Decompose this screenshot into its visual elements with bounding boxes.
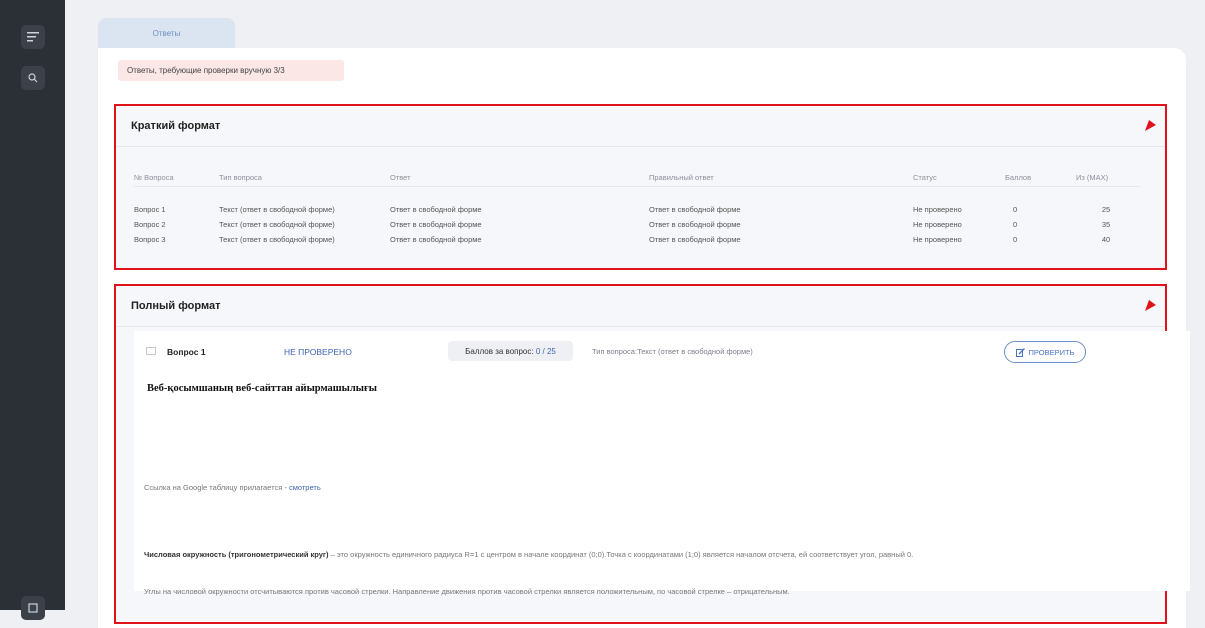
table-row: Вопрос 1 Текст (ответ в свободной форме)…: [134, 202, 1140, 217]
question-header: Вопрос 1 НЕ ПРОВЕРЕНО Баллов за вопрос: …: [134, 331, 1190, 363]
col-header: Ответ: [390, 168, 649, 187]
table-row: Вопрос 2 Текст (ответ в свободной форме)…: [134, 217, 1140, 232]
answer: Ответ в свободной форме: [390, 235, 482, 244]
full-format-title: Полный формат: [131, 300, 221, 312]
score-pill: Баллов за вопрос: 0 / 25: [448, 341, 573, 361]
question-type: Текст (ответ в свободной форме): [219, 220, 335, 229]
full-format-header[interactable]: Полный формат: [116, 286, 1165, 327]
max-score: 25: [1101, 205, 1111, 214]
tab-label: Ответы: [152, 28, 181, 38]
brief-format-section: Краткий формат № Вопроса Тип вопроса Отв…: [114, 104, 1167, 270]
checkbox-icon[interactable]: [146, 347, 156, 355]
score: 0: [1013, 235, 1018, 244]
search-icon[interactable]: [21, 66, 45, 90]
max-score: 35: [1101, 220, 1111, 229]
definition-term: Числовая окружность (тригонометрический …: [144, 550, 329, 559]
question-type: Текст (ответ в свободной форме): [219, 235, 335, 244]
edit-icon: [1015, 347, 1025, 357]
menu-icon[interactable]: [21, 25, 45, 49]
full-format-section: Полный формат Вопрос 1 НЕ ПРОВЕРЕНО Балл…: [114, 284, 1190, 624]
col-header: Из (MAX): [1076, 168, 1140, 187]
table-row: Вопрос 3 Текст (ответ в свободной форме)…: [134, 232, 1140, 247]
bottom-nav-icon[interactable]: [21, 596, 45, 620]
table-header-row: № Вопроса Тип вопроса Ответ Правильный о…: [134, 168, 1140, 187]
brief-format-title: Краткий формат: [131, 120, 221, 132]
score-label: Баллов за вопрос:: [465, 346, 534, 356]
max-score: 40: [1101, 235, 1111, 244]
definition-text: – это окружность единичного радиуса R=1 …: [328, 550, 914, 559]
question-label: Вопрос 1: [167, 347, 206, 357]
col-header: № Вопроса: [134, 168, 219, 187]
answer: Ответ в свободной форме: [390, 205, 482, 214]
answer: Ответ в свободной форме: [390, 220, 482, 229]
col-header: Тип вопроса: [219, 168, 390, 187]
question-type-text: Тип вопроса:Текст (ответ в свободной фор…: [592, 347, 753, 356]
col-header: Баллов: [1005, 168, 1076, 187]
correct-answer: Ответ в свободной форме: [649, 205, 741, 214]
status: Не проверено: [913, 235, 962, 244]
correct-answer: Ответ в свободной форме: [649, 220, 741, 229]
check-button-label: ПРОВЕРИТЬ: [1028, 347, 1075, 357]
question-card: Вопрос 1 НЕ ПРОВЕРЕНО Баллов за вопрос: …: [134, 331, 1190, 596]
score: 0: [1013, 205, 1018, 214]
score-value: 0 / 25: [535, 346, 556, 356]
question-number: Вопрос 2: [134, 220, 166, 229]
view-link[interactable]: смотреть: [289, 483, 321, 492]
status: Не проверено: [913, 220, 962, 229]
question-type: Текст (ответ в свободной форме): [219, 205, 335, 214]
check-button[interactable]: ПРОВЕРИТЬ: [1004, 341, 1086, 363]
correct-answer: Ответ в свободной форме: [649, 235, 741, 244]
status-badge: НЕ ПРОВЕРЕНО: [284, 347, 352, 357]
angles-line: Углы на числовой окружности отсчитываютс…: [144, 587, 790, 596]
answer-heading: Веб-қосымшаның веб-сайттан айырмашылығы: [147, 383, 377, 394]
col-header: Правильный ответ: [649, 168, 913, 187]
sidebar: [0, 0, 65, 620]
flag-icon: [1145, 300, 1156, 311]
status: Не проверено: [913, 205, 962, 214]
link-line: Ссылка на Google таблицу прилагается - с…: [144, 483, 321, 492]
link-prefix: Ссылка на Google таблицу прилагается -: [144, 483, 289, 492]
definition-line: Числовая окружность (тригонометрический …: [144, 550, 913, 559]
alert-text: Ответы, требующие проверки вручную 3/3: [127, 66, 285, 75]
brief-format-header[interactable]: Краткий формат: [116, 106, 1165, 147]
question-number: Вопрос 1: [134, 205, 166, 214]
col-header: Статус: [913, 168, 1005, 187]
question-number: Вопрос 3: [134, 235, 166, 244]
tab-answers[interactable]: Ответы: [98, 18, 235, 48]
flag-icon: [1145, 120, 1156, 131]
manual-check-alert: Ответы, требующие проверки вручную 3/3: [118, 60, 344, 81]
score: 0: [1013, 220, 1018, 229]
brief-table: № Вопроса Тип вопроса Ответ Правильный о…: [134, 168, 1140, 247]
